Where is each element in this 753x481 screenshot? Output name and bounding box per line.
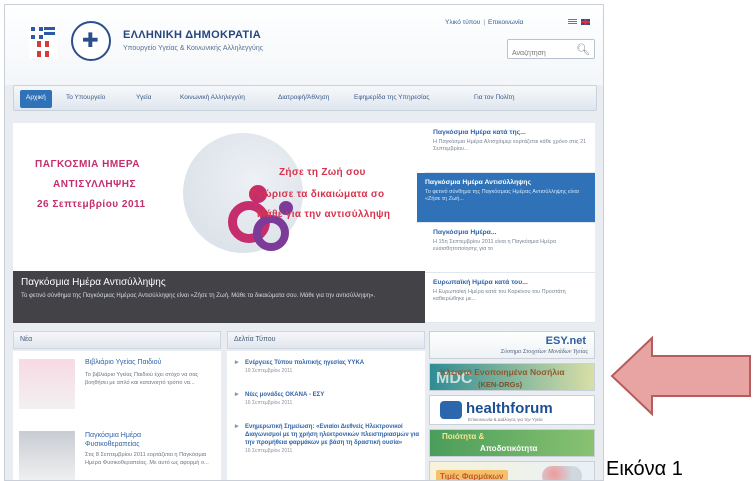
healthforum-logo-icon	[440, 401, 462, 419]
top-link-contact[interactable]: Επικοινωνία	[488, 19, 523, 26]
banner-caption-title[interactable]: Παγκόσμια Ημέρα Αντισύλληψης	[21, 277, 417, 288]
banner-slogan-1: Ζήσε τη Ζωή σου	[279, 167, 366, 178]
press-title[interactable]: Νέες μονάδες ΟΚΑΝΑ - ΕΣΥ	[235, 391, 421, 399]
efficiency-title: Αποδοτικότητα	[480, 444, 538, 453]
ministry-logo-icon[interactable]	[29, 25, 57, 59]
news-thumbnail[interactable]	[19, 431, 75, 480]
greek-emblem-icon	[71, 21, 111, 61]
top-link-press[interactable]: Υλικό τύπου	[445, 19, 480, 26]
feature-item[interactable]: Ευρωπαϊκή Ημέρα κατά του... Η Ευρωπαϊκή …	[425, 273, 595, 323]
quality-banner[interactable]: Ποιότητα & Αποδοτικότητα	[429, 429, 595, 457]
feature-item-active[interactable]: Παγκόσμια Ημέρα Αντισύλληψης Το φετινό σ…	[417, 173, 595, 223]
press-date: 16 Σεπτεμβρίου 2011	[245, 400, 293, 406]
press-item[interactable]: Ενέργειες Τύπου πολιτικής ηγεσίας ΥΥΚΑ 1…	[235, 359, 421, 374]
news-text: Στις 8 Σεπτεμβρίου 2011 εορτάζεται η Παγ…	[85, 452, 209, 466]
press-list: Ενέργειες Τύπου πολιτικής ηγεσίας ΥΥΚΑ 1…	[227, 351, 425, 480]
uk-flag-icon[interactable]	[581, 19, 590, 25]
nav-item-gazette[interactable]: Εφημερίδα της Υπηρεσίας	[354, 94, 430, 101]
press-title[interactable]: Ενημερωτική Σημείωση: «Ενιαίοι Διεθνείς …	[235, 423, 421, 447]
banner-slogan-2: Γνώρισε τα δικαιώματα σο	[251, 189, 385, 200]
banner-line-1: ΠΑΓΚΟΣΜΙΑ ΗΜΕΡΑ	[35, 159, 140, 170]
nav-item-ministry[interactable]: Το Υπουργείο	[66, 94, 105, 101]
pill-icon	[542, 466, 582, 480]
press-heading[interactable]: Δελτία Τύπου	[227, 331, 425, 349]
feature-text: Η Παγκόσμια Ημέρα Αλτσχάιμερ εορτάζεται …	[433, 139, 587, 152]
search-box: 🔍︎	[507, 39, 595, 63]
feature-title: Ευρωπαϊκή Ημέρα κατά του...	[433, 279, 528, 286]
drug-prices-banner[interactable]: Τιμές Φαρμάκων	[429, 461, 595, 480]
news-title[interactable]: Παγκόσμια Ημέρα Φυσικοθεραπείας	[85, 431, 155, 449]
press-date: 19 Σεπτεμβρίου 2011	[245, 368, 293, 374]
search-input[interactable]	[512, 44, 576, 63]
healthforum-title: healthforum	[466, 400, 553, 417]
news-text: Το βιβλιάριο Υγείας Παιδιού έχει στόχο ν…	[85, 372, 199, 386]
feature-title: Παγκόσμια Ημέρα Αντισύλληψης	[425, 179, 531, 186]
top-links: Υλικό τύπου | Επικοινωνία	[445, 19, 524, 26]
feature-text: Η 15η Σεπτεμβρίου 2011 είναι η Παγκόσμια…	[433, 239, 557, 252]
banner-caption-text: Το φετινό σύνθημα της Παγκόσμιας Ημέρας …	[21, 293, 376, 299]
search-icon[interactable]: 🔍︎	[576, 43, 590, 56]
site-title: ΕΛΛΗΝΙΚΗ ΔΗΜΟΚΡΑΤΙΑ	[123, 29, 261, 41]
healthforum-banner[interactable]: healthforum Επικοινωνία & Διάλογος για τ…	[429, 395, 595, 425]
ken-drg-subtitle: (KEN-DRGs)	[478, 380, 523, 389]
nav-item-health[interactable]: Υγεία	[136, 94, 151, 101]
drug-prices-title: Τιμές Φαρμάκων	[436, 470, 508, 480]
feature-list: Παγκόσμια Ημέρα κατά της... Η Παγκόσμια …	[417, 123, 595, 323]
site-subtitle: Υπουργείο Υγείας & Κοινωνικής Αλληλεγγύη…	[123, 45, 264, 52]
banner-line-3: 26 Σεπτεμβρίου 2011	[37, 199, 146, 210]
feature-item[interactable]: Παγκόσμια Ημέρα... Η 15η Σεπτεμβρίου 201…	[425, 223, 595, 273]
banner-slogan-3: Μάθε για την αντισύλληψη	[257, 209, 391, 220]
banner-caption: Παγκόσμια Ημέρα Αντισύλληψης Το φετινό σ…	[13, 271, 425, 323]
nav-item-citizen[interactable]: Για τον Πολίτη	[474, 94, 515, 101]
quality-title: Ποιότητα &	[442, 432, 485, 441]
site-header: ΕΛΛΗΝΙΚΗ ΔΗΜΟΚΡΑΤΙΑ Υπουργείο Υγείας & Κ…	[5, 5, 603, 85]
ken-drg-title: Κλειστά Ενοποιημένα Νοσήλια	[440, 367, 565, 377]
greek-flag-icon[interactable]	[568, 19, 577, 25]
news-heading[interactable]: Νέα	[13, 331, 221, 349]
feature-title: Παγκόσμια Ημέρα κατά της...	[433, 129, 526, 136]
news-thumbnail[interactable]	[19, 359, 75, 409]
ken-drg-banner[interactable]: MDC Κλειστά Ενοποιημένα Νοσήλια (KEN-DRG…	[429, 363, 595, 391]
esy-net-title: ESY.net	[545, 335, 586, 347]
nav-item-solidarity[interactable]: Κοινωνική Αλληλεγγύη	[180, 94, 245, 101]
press-title[interactable]: Ενέργειες Τύπου πολιτικής ηγεσίας ΥΥΚΑ	[235, 359, 421, 367]
left-arrow-icon	[610, 335, 751, 417]
news-list: Βιβλιάριο Υγείας Παιδιού Το βιβλιάριο Υγ…	[13, 351, 221, 480]
press-item[interactable]: Ενημερωτική Σημείωση: «Ενιαίοι Διεθνείς …	[235, 423, 421, 454]
healthforum-subtitle: Επικοινωνία & Διάλογος για την Υγεία	[468, 417, 543, 422]
website-screenshot: ΕΛΛΗΝΙΚΗ ΔΗΜΟΚΡΑΤΙΑ Υπουργείο Υγείας & Κ…	[4, 4, 604, 481]
news-title[interactable]: Βιβλιάριο Υγείας Παιδιού	[85, 359, 161, 366]
esy-net-banner[interactable]: ESY.net Σύστημα Στοιχείων Μονάδων Υγείας	[429, 331, 595, 359]
banner-line-2: ΑΝΤΙΣΥΛΛΗΨΗΣ	[53, 179, 136, 190]
feature-text: Το φετινό σύνθημα της Παγκόσμιας Ημέρας …	[425, 189, 579, 202]
figure: ΕΛΛΗΝΙΚΗ ΔΗΜΟΚΡΑΤΙΑ Υπουργείο Υγείας & Κ…	[0, 0, 753, 481]
main-nav: Αρχική Το Υπουργείο Υγεία Κοινωνική Αλλη…	[13, 85, 597, 111]
nav-item-nutrition[interactable]: Διατροφή/Άθληση	[278, 94, 329, 101]
esy-net-subtitle: Σύστημα Στοιχείων Μονάδων Υγείας	[500, 349, 588, 355]
figure-caption: Εικόνα 1	[606, 458, 683, 480]
feature-text: Η Ευρωπαϊκή Ημέρα κατά του Καρκίνου του …	[433, 289, 566, 302]
feature-title: Παγκόσμια Ημέρα...	[433, 229, 497, 236]
press-item[interactable]: Νέες μονάδες ΟΚΑΝΑ - ΕΣΥ 16 Σεπτεμβρίου …	[235, 391, 421, 406]
press-date: 16 Σεπτεμβρίου 2011	[245, 448, 293, 454]
figure-shape-purple	[253, 215, 289, 251]
feature-item[interactable]: Παγκόσμια Ημέρα κατά της... Η Παγκόσμια …	[425, 123, 595, 173]
nav-item-home[interactable]: Αρχική	[20, 90, 52, 108]
hero-banner[interactable]: ΠΑΓΚΟΣΜΙΑ ΗΜΕΡΑ ΑΝΤΙΣΥΛΛΗΨΗΣ 26 Σεπτεμβρ…	[13, 123, 425, 323]
